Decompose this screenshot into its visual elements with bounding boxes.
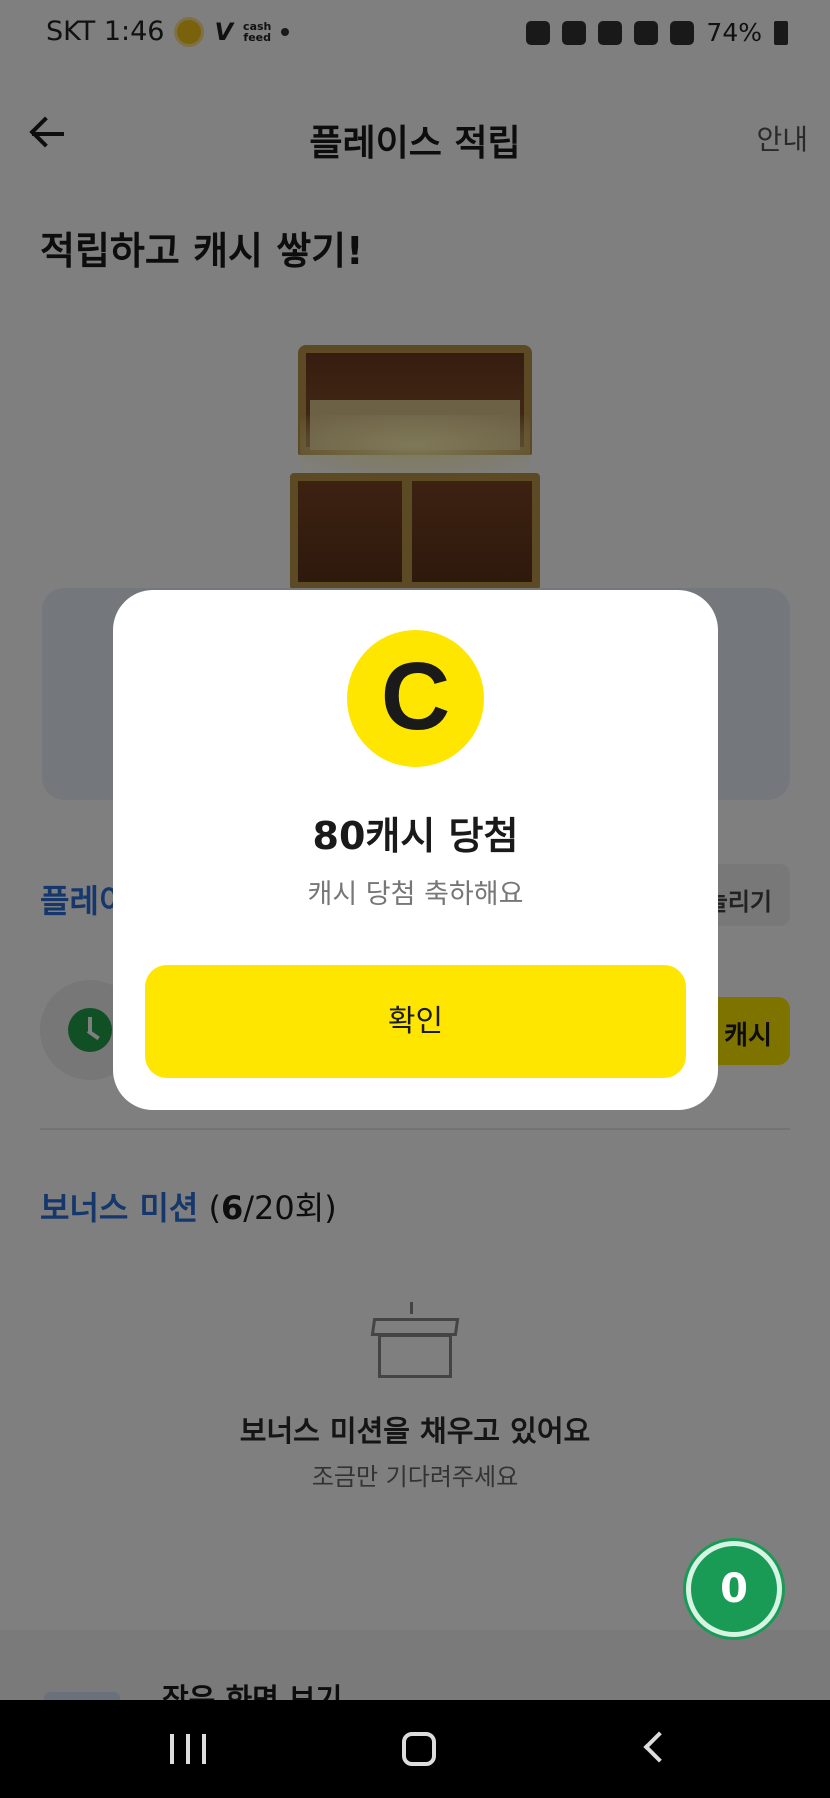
- confirm-button[interactable]: 확인: [145, 965, 686, 1078]
- nav-recent-icon[interactable]: [170, 1734, 206, 1764]
- nav-back-icon[interactable]: [643, 1731, 675, 1763]
- coin-icon: C: [347, 630, 484, 767]
- modal-title: 80캐시 당첨: [312, 814, 519, 858]
- system-nav-bar: [0, 1700, 830, 1798]
- nav-home-icon[interactable]: [402, 1732, 436, 1766]
- reward-modal: C 80캐시 당첨 캐시 당첨 축하해요 확인: [113, 590, 718, 1110]
- floating-count-button[interactable]: 0: [686, 1541, 782, 1637]
- modal-subtitle: 캐시 당첨 축하해요: [307, 879, 524, 910]
